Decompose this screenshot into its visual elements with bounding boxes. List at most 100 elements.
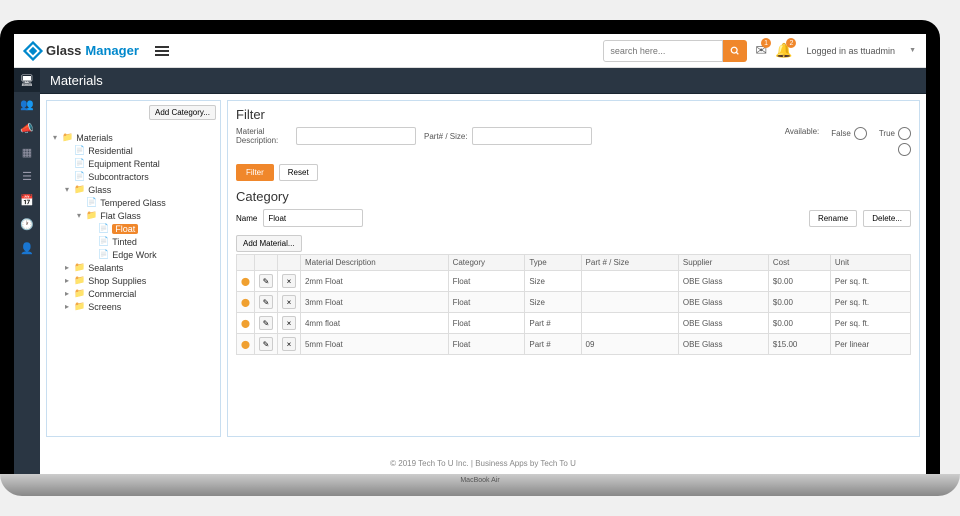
page-title: Materials bbox=[40, 68, 926, 94]
drag-icon[interactable]: ⬤ bbox=[241, 277, 250, 286]
table-row: ⬤✎×5mm FloatFloatPart #09OBE Glass$15.00… bbox=[237, 334, 911, 355]
tree-item-residential[interactable]: 📄Residential bbox=[51, 144, 216, 157]
tree-item-equipment-rental[interactable]: 📄Equipment Rental bbox=[51, 157, 216, 170]
col-supplier[interactable]: Supplier bbox=[678, 255, 768, 271]
add-category-button[interactable]: Add Category... bbox=[149, 105, 216, 120]
file-icon: 📄 bbox=[74, 171, 85, 182]
search-button[interactable] bbox=[723, 40, 747, 62]
available-none[interactable] bbox=[898, 143, 911, 156]
tree-item-sealants[interactable]: ▸📁Sealants bbox=[51, 261, 216, 274]
nav-grid[interactable]: ▦ bbox=[14, 140, 40, 164]
edit-button[interactable]: ✎ bbox=[259, 295, 273, 309]
cell-category: Float bbox=[448, 313, 525, 334]
cell-desc: 4mm float bbox=[300, 313, 448, 334]
add-material-button[interactable]: Add Material... bbox=[236, 235, 302, 252]
tree-item-edge-work[interactable]: 📄Edge Work bbox=[51, 248, 216, 261]
rename-button[interactable]: Rename bbox=[809, 210, 857, 227]
reset-button[interactable]: Reset bbox=[279, 164, 318, 181]
logo-text-2: Manager bbox=[85, 43, 138, 58]
drag-icon[interactable]: ⬤ bbox=[241, 319, 250, 328]
cell-type: Size bbox=[525, 292, 581, 313]
cell-cost: $0.00 bbox=[768, 292, 830, 313]
bell-icon[interactable]: 🔔2 bbox=[775, 42, 792, 59]
cell-unit: Per sq. ft. bbox=[830, 292, 910, 313]
user-dropdown-icon[interactable]: ▼ bbox=[909, 47, 916, 54]
cell-type: Size bbox=[525, 271, 581, 292]
drag-icon[interactable]: ⬤ bbox=[241, 340, 250, 349]
folder-icon: 📁 bbox=[74, 301, 85, 312]
filter-button[interactable]: Filter bbox=[236, 164, 274, 181]
filter-title: Filter bbox=[236, 107, 911, 122]
col-part-size[interactable]: Part # / Size bbox=[581, 255, 678, 271]
drag-icon[interactable]: ⬤ bbox=[241, 298, 250, 307]
filter-material-input[interactable] bbox=[296, 127, 416, 145]
filter-material-label: Material Description: bbox=[236, 127, 292, 145]
delete-button[interactable]: × bbox=[282, 295, 296, 309]
tree-item-subcontractors[interactable]: 📄Subcontractors bbox=[51, 170, 216, 183]
cell-supplier: OBE Glass bbox=[678, 292, 768, 313]
cell-type: Part # bbox=[525, 334, 581, 355]
cell-unit: Per sq. ft. bbox=[830, 271, 910, 292]
nav-customers[interactable]: 👥 bbox=[14, 92, 40, 116]
mail-icon[interactable]: ✉1 bbox=[755, 42, 767, 59]
cell-part bbox=[581, 292, 678, 313]
nav-dashboard[interactable]: 🖥 bbox=[14, 68, 40, 92]
tree-item-screens[interactable]: ▸📁Screens bbox=[51, 300, 216, 313]
cell-desc: 3mm Float bbox=[300, 292, 448, 313]
delete-button[interactable]: × bbox=[282, 337, 296, 351]
cell-category: Float bbox=[448, 271, 525, 292]
nav-clock[interactable]: 🕐 bbox=[14, 212, 40, 236]
filter-part-input[interactable] bbox=[472, 127, 592, 145]
available-true[interactable]: True bbox=[879, 127, 911, 140]
nav-list[interactable]: ☰ bbox=[14, 164, 40, 188]
cell-category: Float bbox=[448, 292, 525, 313]
tree-item-glass[interactable]: ▾📁Glass bbox=[51, 183, 216, 196]
cell-category: Float bbox=[448, 334, 525, 355]
name-input[interactable] bbox=[263, 209, 363, 227]
menu-toggle[interactable] bbox=[155, 46, 169, 56]
category-tree-panel: Add Category... ▾📁Materials📄Residential📄… bbox=[46, 100, 221, 437]
tree-item-float[interactable]: 📄Float bbox=[51, 222, 216, 235]
available-false[interactable]: False bbox=[831, 127, 867, 140]
category-title: Category bbox=[236, 189, 911, 204]
file-icon: 📄 bbox=[74, 145, 85, 156]
edit-button[interactable]: ✎ bbox=[259, 316, 273, 330]
col-type[interactable]: Type bbox=[525, 255, 581, 271]
col-cost[interactable]: Cost bbox=[768, 255, 830, 271]
table-row: ⬤✎×2mm FloatFloatSizeOBE Glass$0.00Per s… bbox=[237, 271, 911, 292]
edit-button[interactable]: ✎ bbox=[259, 337, 273, 351]
tree-item-shop-supplies[interactable]: ▸📁Shop Supplies bbox=[51, 274, 216, 287]
tree-item-materials[interactable]: ▾📁Materials bbox=[51, 131, 216, 144]
delete-button[interactable]: × bbox=[282, 316, 296, 330]
delete-button[interactable]: × bbox=[282, 274, 296, 288]
tree-item-flat-glass[interactable]: ▾📁Flat Glass bbox=[51, 209, 216, 222]
search-icon bbox=[730, 46, 740, 56]
main-content: Materials Add Category... ▾📁Materials📄Re… bbox=[40, 68, 926, 474]
user-info[interactable]: Logged in as ttuadmin bbox=[800, 46, 901, 56]
tree-item-tempered-glass[interactable]: 📄Tempered Glass bbox=[51, 196, 216, 209]
nav-calendar[interactable]: 📅 bbox=[14, 188, 40, 212]
laptop-base bbox=[0, 474, 960, 496]
nav-user[interactable]: 👤 bbox=[14, 236, 40, 260]
name-label: Name bbox=[236, 214, 257, 223]
edit-button[interactable]: ✎ bbox=[259, 274, 273, 288]
col-unit[interactable]: Unit bbox=[830, 255, 910, 271]
col-material-description[interactable]: Material Description bbox=[300, 255, 448, 271]
delete-category-button[interactable]: Delete... bbox=[863, 210, 911, 227]
folder-icon: 📁 bbox=[62, 132, 73, 143]
tree-item-tinted[interactable]: 📄Tinted bbox=[51, 235, 216, 248]
table-row: ⬤✎×4mm floatFloatPart #OBE Glass$0.00Per… bbox=[237, 313, 911, 334]
file-icon: 📄 bbox=[98, 223, 109, 234]
folder-icon: 📁 bbox=[86, 210, 97, 221]
tree-item-commercial[interactable]: ▸📁Commercial bbox=[51, 287, 216, 300]
folder-icon: 📁 bbox=[74, 262, 85, 273]
cell-desc: 2mm Float bbox=[300, 271, 448, 292]
cell-unit: Per sq. ft. bbox=[830, 313, 910, 334]
cell-cost: $0.00 bbox=[768, 271, 830, 292]
nav-announce[interactable]: 📣 bbox=[14, 116, 40, 140]
search-input[interactable] bbox=[603, 40, 723, 62]
col-category[interactable]: Category bbox=[448, 255, 525, 271]
top-bar: GlassManager ✉1 🔔2 Logged in as ttuadmin… bbox=[14, 34, 926, 68]
logo[interactable]: GlassManager bbox=[24, 42, 139, 60]
bell-badge: 2 bbox=[786, 38, 796, 48]
